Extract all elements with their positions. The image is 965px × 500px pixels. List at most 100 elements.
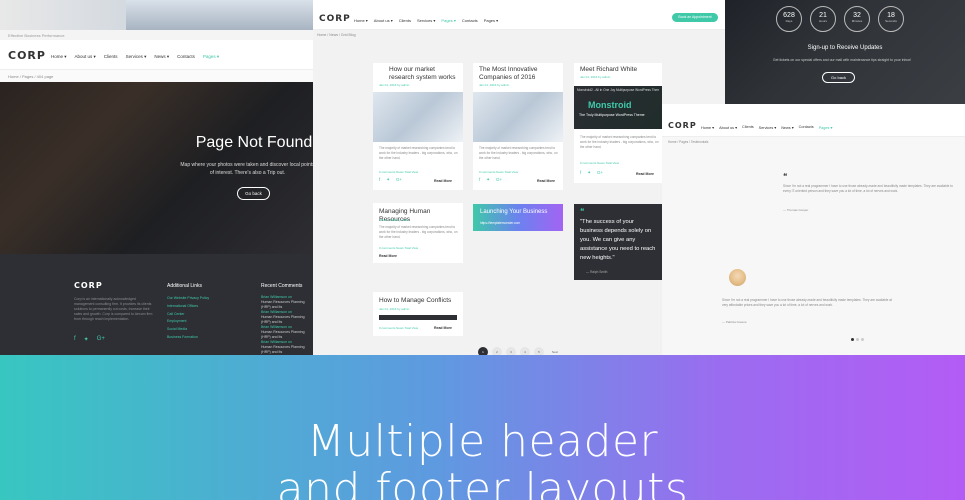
launch-link[interactable]: https://templatemonster.com: [480, 221, 520, 225]
nav-pages[interactable]: Pages ▾: [819, 125, 833, 130]
card-meta: Jan 01, 2016 by admin: [379, 307, 410, 311]
left-logo[interactable]: CORP: [8, 49, 46, 62]
nav-home[interactable]: Home ▾: [701, 125, 714, 130]
nav-contacts[interactable]: Contacts: [462, 18, 478, 23]
nav-news[interactable]: News ▾: [781, 125, 793, 130]
testimonial-avatar: [729, 269, 746, 286]
nav-clients[interactable]: Clients: [742, 125, 754, 130]
facebook-icon[interactable]: f: [479, 177, 480, 183]
go-back-button[interactable]: Go back: [237, 187, 270, 200]
footer-link[interactable]: Business Formation: [167, 334, 209, 342]
google-plus-icon[interactable]: G+: [496, 177, 502, 183]
countdown-hours: 21 Hours: [810, 6, 836, 32]
nav-news[interactable]: News ▾: [154, 54, 169, 60]
countdown-seconds: 18 Seconds: [878, 6, 904, 32]
twitter-icon[interactable]: ✦: [386, 177, 390, 183]
footer-social: f ✦ G+: [74, 336, 105, 343]
nav-about[interactable]: About us ▾: [374, 18, 393, 23]
read-more-link[interactable]: Read More: [379, 254, 397, 258]
footer-link[interactable]: Employment: [167, 318, 209, 326]
nav-pages[interactable]: Pages ▾: [441, 18, 455, 23]
slider-dots: [851, 338, 864, 341]
footer-about: Corp is an internationally acknowledged …: [74, 297, 153, 321]
left-breadcrumb: Home / Pages / 404 page: [0, 70, 315, 82]
right-breadcrumb: Home / Pages / Testimonials: [668, 140, 709, 144]
comment-item[interactable]: Brian Williamson on Human Resources Plann…: [261, 295, 315, 310]
card-image[interactable]: [373, 92, 463, 142]
card-social: f ✦ G+: [580, 170, 603, 176]
banner-line-2: and footer layouts: [276, 464, 689, 500]
launch-title: Launching Your Business: [480, 209, 548, 215]
nav-services[interactable]: Services ▾: [759, 125, 777, 130]
banner-headline: Multiple header and footer layouts: [0, 418, 965, 500]
google-plus-icon[interactable]: G+: [597, 170, 603, 176]
facebook-icon[interactable]: f: [74, 336, 76, 343]
countdown-minutes: 32 Minutes: [844, 6, 870, 32]
quote-icon: ❝: [580, 207, 585, 216]
monstroid-subtitle: The Truly Multipurpose WordPress Theme: [579, 113, 645, 117]
footer-logo[interactable]: CORP: [74, 281, 103, 290]
footer-link[interactable]: Call Center: [167, 311, 209, 319]
mid-topbar: [313, 0, 725, 8]
left-topstrip: Effective Business Performance: [0, 30, 315, 40]
slider-dot[interactable]: [851, 338, 854, 341]
card-footer: 0 comments News Total View: [379, 170, 419, 174]
card-footer: 0 comments News Total View: [379, 326, 419, 330]
nav-about[interactable]: About us ▾: [75, 54, 96, 60]
right-topbar: [662, 104, 965, 113]
read-more-link[interactable]: Read More: [434, 326, 452, 330]
comment-item[interactable]: Brian Williamson on Human Resources Plann…: [261, 340, 315, 355]
comment-item[interactable]: Brian Williamson on Human Resources Plann…: [261, 310, 315, 325]
card-title[interactable]: How our market research system works: [389, 66, 461, 82]
nav-contacts[interactable]: Contacts: [177, 54, 195, 60]
footer-link[interactable]: International Offices: [167, 303, 209, 311]
slider-dot[interactable]: [861, 338, 864, 341]
signup-title: Sign-up to Receive Updates: [807, 45, 883, 51]
nav-about[interactable]: About us ▾: [719, 125, 737, 130]
signup-go-back-button[interactable]: Go back: [822, 72, 855, 83]
slider-dot[interactable]: [856, 338, 859, 341]
nav-pages[interactable]: Pages ▾: [203, 54, 219, 60]
monstroid-brand: Monstroid: [588, 100, 632, 110]
card-meta: Jan 01, 2016 by admin: [580, 75, 611, 79]
card-title[interactable]: The Most Innovative Companies of 2016: [479, 66, 559, 82]
mid-logo[interactable]: CORP: [319, 14, 351, 24]
nav-clients[interactable]: Clients: [104, 54, 118, 60]
twitter-icon[interactable]: ✦: [486, 177, 490, 183]
recent-comments-list: Brian Williamson on Human Resources Plann…: [261, 295, 315, 355]
read-more-link[interactable]: Read More: [636, 172, 654, 176]
audio-player[interactable]: [379, 315, 457, 320]
card-title[interactable]: How to Manage Conflicts: [379, 297, 461, 305]
nav-home[interactable]: Home ▾: [354, 18, 368, 23]
video-thumbnail[interactable]: Monstroid2 - All in One Joy Multipurpose…: [574, 86, 662, 129]
book-appointment-button[interactable]: Book an Appointment: [672, 13, 718, 22]
card-social: f ✦ G+: [379, 177, 402, 183]
google-plus-icon[interactable]: G+: [97, 336, 105, 343]
countdown-days: 628 Days: [776, 6, 802, 32]
nav-home[interactable]: Home ▾: [51, 54, 67, 60]
nav-contacts[interactable]: Contacts: [799, 125, 814, 130]
nav-pages-2[interactable]: Pages ▾: [484, 18, 498, 23]
testimonial-author: — Thomas Cooper: [783, 208, 809, 212]
nav-services[interactable]: Services ▾: [126, 54, 147, 60]
read-more-link[interactable]: Read More: [537, 179, 555, 183]
twitter-icon[interactable]: ✦: [587, 170, 591, 176]
right-logo[interactable]: CORP: [668, 121, 697, 130]
google-plus-icon[interactable]: G+: [396, 177, 402, 183]
error-description: Map where your photos were taken and dis…: [180, 162, 315, 176]
card-social: f ✦ G+: [479, 177, 502, 183]
launching-business-card[interactable]: Launching Your Business https://template…: [473, 204, 563, 231]
testimonial-text: Since I'm not a real programmer I have t…: [783, 184, 953, 193]
facebook-icon[interactable]: f: [580, 170, 581, 176]
comment-item[interactable]: Brian Williamson on Human Resources Plann…: [261, 325, 315, 340]
twitter-icon[interactable]: ✦: [84, 336, 89, 343]
nav-services[interactable]: Services ▾: [417, 18, 435, 23]
footer-link[interactable]: Our Website Privacy Policy: [167, 295, 209, 303]
footer-link[interactable]: Social Media: [167, 326, 209, 334]
card-title[interactable]: Meet Richard White: [580, 66, 660, 74]
testimonials-screenshot: CORP Home ▾ About us ▾ Clients Services …: [662, 104, 965, 355]
nav-clients[interactable]: Clients: [399, 18, 411, 23]
facebook-icon[interactable]: f: [379, 177, 380, 183]
read-more-link[interactable]: Read More: [434, 179, 452, 183]
card-image[interactable]: [473, 92, 563, 142]
